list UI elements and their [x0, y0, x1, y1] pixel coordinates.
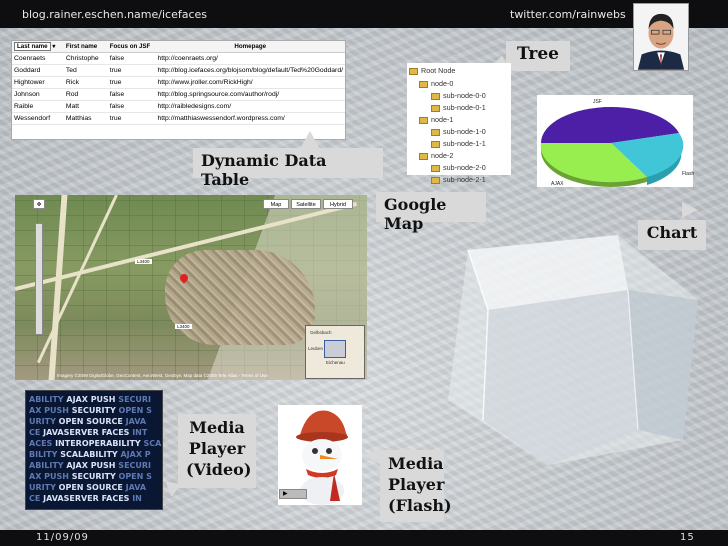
video-text-line: CE JAVASERVER FACES INT	[29, 428, 148, 437]
folder-icon	[431, 164, 440, 172]
google-map[interactable]: ✥ Map Satellite Hybrid L3400 L3400 Gelbs…	[15, 195, 367, 380]
map-town-area	[165, 250, 315, 345]
play-icon: ▶	[283, 490, 288, 497]
table-row: Hightower Rick true http://www.jroller.com/…	[12, 76, 345, 89]
column-header-first-name[interactable]: First name	[63, 41, 108, 53]
video-text-line: ABILITY AJAX PUSH SECURI	[29, 461, 152, 470]
video-text-line: BILITY SCALABILITY AJAX P	[29, 450, 151, 459]
dynamic-data-table: Last name ▾ First name Focus on JSF Home…	[11, 40, 346, 140]
chart-callout-arrow	[682, 202, 698, 218]
map-overview-inset[interactable]: Gelbsbach Leuben Eichenau	[305, 325, 365, 379]
pie-chart-svg	[540, 106, 684, 187]
media-player-flash[interactable]: ▶	[278, 405, 362, 505]
pie-label-ajax: AJAX	[551, 181, 564, 187]
video-text-line: ABILITY AJAX PUSH SECURI	[29, 395, 152, 404]
folder-icon	[431, 140, 440, 148]
data-table-callout: Dynamic Data Table	[193, 148, 383, 189]
tree-callout: Tree	[506, 41, 570, 71]
map-type-hybrid-button[interactable]: Hybrid	[323, 199, 353, 209]
tree-sub-node[interactable]: sub-node-0-1	[431, 103, 486, 112]
chevron-down-icon: ▾	[52, 43, 56, 50]
table-row: Johnson Rod false http://blog.springsource.…	[12, 88, 345, 101]
media-player-video[interactable]: ABILITY AJAX PUSH SECURI AX PUSH SECURIT…	[25, 390, 163, 510]
folder-icon	[431, 104, 440, 112]
map-zoom-slider[interactable]	[35, 223, 43, 335]
column-header-homepage[interactable]: Homepage	[155, 41, 345, 53]
tree-view: Root Node node-0 sub-node-0-0 sub-node-0…	[407, 63, 511, 184]
table-row: Wessendorf Matthias true http://matthiaswes…	[12, 112, 345, 125]
data-table-callout-arrow	[300, 131, 320, 149]
folder-icon	[419, 80, 428, 88]
column-header-focus-on-jsf[interactable]: Focus on JSF	[107, 41, 156, 53]
tree-node-2[interactable]: node-2	[419, 151, 453, 160]
chart-callout: Chart	[638, 220, 706, 250]
pie-chart: JSF Flash AJAX	[537, 95, 695, 187]
pie-label-flash: Flash	[682, 171, 695, 177]
tree-node-0[interactable]: node-0	[419, 79, 453, 88]
map-road-label: L3400	[175, 324, 192, 329]
table-row: Goddard Ted true http://blog.icefaces.org/b…	[12, 64, 345, 77]
page-number: 15	[680, 532, 695, 543]
folder-icon	[431, 92, 440, 100]
map-pan-control[interactable]: ✥	[33, 199, 45, 209]
map-road-label: L3400	[135, 259, 152, 264]
map-road	[48, 195, 68, 380]
folder-icon	[419, 152, 428, 160]
table-header-row: Last name ▾ First name Focus on JSF Home…	[12, 41, 345, 53]
footer-bar: 11/09/09 15	[0, 530, 728, 546]
tree-root-node[interactable]: Root Node	[409, 66, 455, 75]
google-map-callout: Google Map	[376, 192, 486, 233]
map-type-map-button[interactable]: Map	[263, 199, 289, 209]
table-row: Coenraets Christophe false http://coenraets…	[12, 52, 345, 65]
media-flash-callout: Media Player (Flash)	[380, 450, 452, 522]
glass-cube-image	[448, 235, 698, 465]
avatar	[633, 3, 689, 71]
flash-play-button[interactable]: ▶	[279, 489, 307, 499]
video-text-line: URITY OPEN SOURCE JAVA	[29, 417, 147, 426]
video-text-line: AX PUSH SECURITY OPEN S	[29, 406, 152, 415]
header-twitter-url[interactable]: twitter.com/rainwebs	[510, 8, 626, 21]
tree-node-1[interactable]: node-1	[419, 115, 453, 124]
tree-sub-node[interactable]: sub-node-2-0	[431, 163, 486, 172]
video-text-line: URITY OPEN SOURCE JAVA	[29, 483, 147, 492]
video-text-line: ACES INTEROPERABILITY SCA	[29, 439, 162, 448]
footer-date: 11/09/09	[36, 532, 89, 543]
pie-slice-jsf-left	[541, 107, 611, 143]
media-flash-callout-arrow	[364, 448, 380, 464]
table-row: Raible Matt false http://raibledesigns.com/	[12, 100, 345, 113]
header-bar: blog.rainer.eschen.name/icefaces twitter…	[0, 0, 728, 28]
map-type-satellite-button[interactable]: Satellite	[291, 199, 321, 209]
pie-label-jsf: JSF	[593, 99, 602, 105]
media-video-callout: Media Player (Video)	[178, 414, 256, 488]
map-viewport-box[interactable]	[324, 340, 346, 358]
column-header-last-name[interactable]: Last name ▾	[12, 41, 64, 53]
tree-sub-node[interactable]: sub-node-1-0	[431, 127, 486, 136]
tree-sub-node[interactable]: sub-node-2-1	[431, 175, 486, 184]
folder-icon	[409, 67, 418, 75]
slide: blog.rainer.eschen.name/icefaces twitter…	[0, 0, 728, 546]
video-text-line: CE JAVASERVER FACES IN	[29, 494, 142, 503]
tree-sub-node[interactable]: sub-node-0-0	[431, 91, 486, 100]
folder-icon	[431, 128, 440, 136]
header-blog-url[interactable]: blog.rainer.eschen.name/icefaces	[22, 8, 207, 21]
map-copyright: Imagery ©2009 DigitalGlobe, GeoContent, …	[57, 373, 268, 378]
folder-icon	[419, 116, 428, 124]
tree-sub-node[interactable]: sub-node-1-1	[431, 139, 486, 148]
folder-icon	[431, 176, 440, 184]
video-text-line: AX PUSH SECURITY OPEN S	[29, 472, 152, 481]
